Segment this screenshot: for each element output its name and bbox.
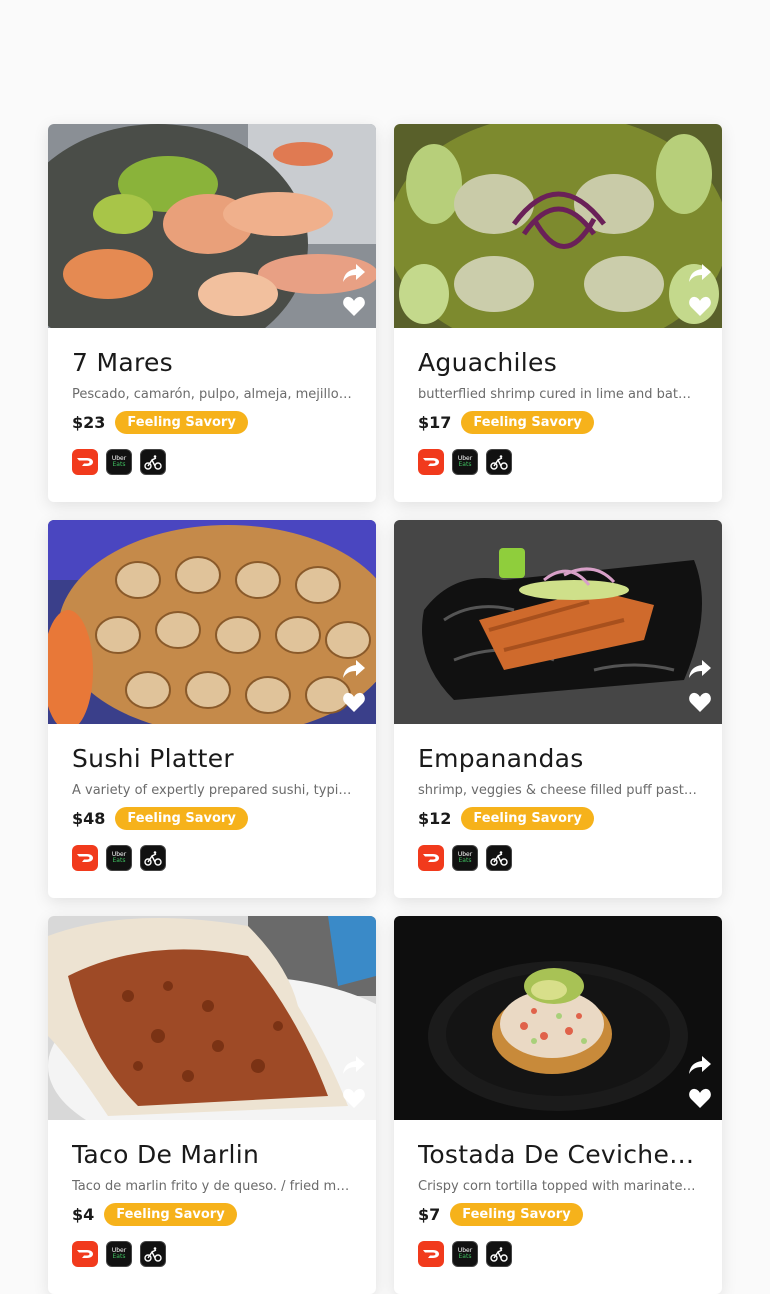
item-title: 7 Mares	[72, 348, 173, 377]
delivery-apps: Uber Eats	[418, 449, 698, 475]
eats-word: Eats	[112, 857, 126, 864]
doordash-icon[interactable]	[72, 1241, 98, 1267]
item-title: Tostada De Ceviche De Camarón	[418, 1140, 698, 1169]
ubereats-icon[interactable]: Uber Eats	[106, 845, 132, 871]
postmates-icon[interactable]	[140, 845, 166, 871]
menu-item-card[interactable]: Taco De Marlin Taco de marlin frito y de…	[48, 916, 376, 1294]
menu-item-card[interactable]: 7 Mares Pescado, camarón, pulpo, almeja,…	[48, 124, 376, 502]
eats-word: Eats	[112, 461, 126, 468]
share-icon[interactable]	[688, 262, 712, 284]
heart-icon[interactable]	[342, 295, 366, 317]
share-icon[interactable]	[342, 262, 366, 284]
heart-icon[interactable]	[342, 1087, 366, 1109]
item-description: butterflied shrimp cured in lime and bat…	[418, 387, 698, 402]
menu-item-card[interactable]: Sushi Platter A variety of expertly prep…	[48, 520, 376, 898]
delivery-apps: Uber Eats	[72, 845, 352, 871]
item-price: $7	[418, 1204, 441, 1224]
ubereats-icon[interactable]: Uber Eats	[452, 1241, 478, 1267]
postmates-icon[interactable]	[140, 449, 166, 475]
delivery-apps: Uber Eats	[418, 845, 698, 871]
item-description: Crispy corn tortilla topped with marinat…	[418, 1179, 698, 1194]
menu-item-card[interactable]: Empanandas shrimp, veggies & cheese fill…	[394, 520, 722, 898]
share-icon[interactable]	[688, 658, 712, 680]
mood-tag: Feeling Savory	[450, 1202, 583, 1226]
menu-item-card[interactable]: Aguachiles butterflied shrimp cured in l…	[394, 124, 722, 502]
postmates-icon[interactable]	[140, 1241, 166, 1267]
item-description: shrimp, veggies & cheese filled puff pas…	[418, 783, 698, 798]
doordash-icon[interactable]	[418, 1241, 444, 1267]
mood-tag: Feeling Savory	[461, 410, 594, 434]
mood-tag: Feeling Savory	[115, 806, 248, 830]
item-description: Taco de marlin frito y de queso. / fried…	[72, 1179, 352, 1194]
mood-tag: Feeling Savory	[104, 1202, 237, 1226]
eats-word: Eats	[458, 857, 472, 864]
mood-tag: Feeling Savory	[115, 410, 248, 434]
heart-icon[interactable]	[688, 1087, 712, 1109]
share-icon[interactable]	[688, 1054, 712, 1076]
item-photo	[48, 124, 376, 328]
doordash-icon[interactable]	[72, 845, 98, 871]
item-photo	[48, 916, 376, 1120]
eats-word: Eats	[458, 461, 472, 468]
item-price: $12	[418, 808, 452, 828]
heart-icon[interactable]	[688, 295, 712, 317]
delivery-apps: Uber Eats	[72, 449, 352, 475]
delivery-apps: Uber Eats	[72, 1241, 352, 1267]
ubereats-icon[interactable]: Uber Eats	[452, 845, 478, 871]
item-price: $23	[72, 412, 106, 432]
item-title: Taco De Marlin	[72, 1140, 260, 1169]
item-price: $17	[418, 412, 452, 432]
item-price: $4	[72, 1204, 95, 1224]
ubereats-icon[interactable]: Uber Eats	[106, 1241, 132, 1267]
doordash-icon[interactable]	[418, 845, 444, 871]
item-description: Pescado, camarón, pulpo, almeja, mejillo…	[72, 387, 352, 402]
menu-grid: 7 Mares Pescado, camarón, pulpo, almeja,…	[48, 124, 722, 1294]
item-photo	[394, 916, 722, 1120]
item-photo	[394, 520, 722, 724]
mood-tag: Feeling Savory	[461, 806, 594, 830]
menu-item-card[interactable]: Tostada De Ceviche De Camarón Crispy cor…	[394, 916, 722, 1294]
item-photo	[48, 520, 376, 724]
doordash-icon[interactable]	[72, 449, 98, 475]
item-title: Aguachiles	[418, 348, 558, 377]
doordash-icon[interactable]	[418, 449, 444, 475]
item-title: Sushi Platter	[72, 744, 234, 773]
share-icon[interactable]	[342, 658, 366, 680]
ubereats-icon[interactable]: Uber Eats	[452, 449, 478, 475]
postmates-icon[interactable]	[486, 845, 512, 871]
item-description: A variety of expertly prepared sushi, ty…	[72, 783, 352, 798]
item-photo	[394, 124, 722, 328]
eats-word: Eats	[458, 1253, 472, 1260]
item-title: Empanandas	[418, 744, 584, 773]
delivery-apps: Uber Eats	[418, 1241, 698, 1267]
postmates-icon[interactable]	[486, 1241, 512, 1267]
heart-icon[interactable]	[342, 691, 366, 713]
eats-word: Eats	[112, 1253, 126, 1260]
share-icon[interactable]	[342, 1054, 366, 1076]
heart-icon[interactable]	[688, 691, 712, 713]
ubereats-icon[interactable]: Uber Eats	[106, 449, 132, 475]
item-price: $48	[72, 808, 106, 828]
postmates-icon[interactable]	[486, 449, 512, 475]
